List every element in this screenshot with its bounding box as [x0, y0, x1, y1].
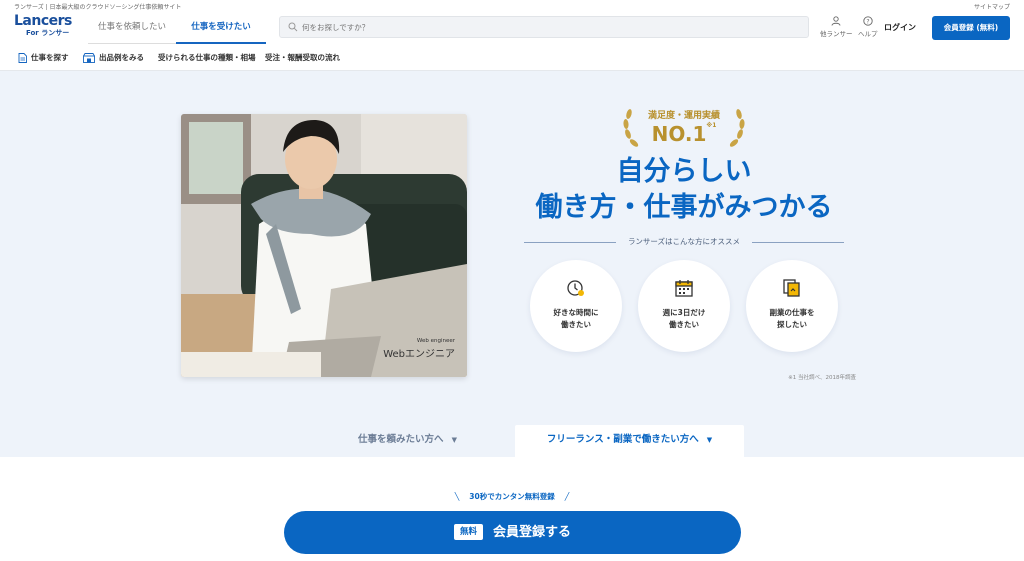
subnav-label: 仕事を探す [31, 53, 69, 62]
feature-label: 副業の仕事を 探したい [769, 308, 815, 329]
segment-freelance-label: フリーランス・副業で働きたい方へ [546, 434, 699, 445]
feature-side-job: 副業の仕事を 探したい [746, 260, 838, 352]
clock-icon [567, 280, 584, 296]
photo-caption: Webエンジニア [383, 349, 455, 360]
footnote: ※1 当社調べ、2018年調査 [788, 375, 856, 381]
feature-label: 週に3日だけ 働きたい [662, 308, 706, 329]
other-lancer-label: 他ランサー [820, 30, 853, 38]
segment-client[interactable]: 仕事を頼みたい方へ ▼ [300, 425, 515, 457]
promo-text: ╲ 30秒でカンタン無料登録 ╱ [440, 491, 584, 502]
chevron-down-icon: ▼ [706, 436, 713, 444]
headline-line-1: 自分らしい [616, 156, 752, 187]
search-box[interactable] [279, 16, 809, 38]
top-strip: ランサーズ | 日本最大級のクラウドソーシング仕事依頼サイト サイトマップ [0, 0, 1024, 11]
documents-icon [783, 279, 800, 297]
chevron-down-icon: ▼ [451, 436, 457, 444]
recommend-divider: ランサーズはこんな方にオススメ [524, 236, 844, 248]
award-number: NO.1※1 [620, 122, 748, 146]
feature-flexible-time: 好きな時間に 働きたい [530, 260, 622, 352]
help-link[interactable]: ? ヘルプ [858, 16, 878, 38]
svg-text:?: ? [866, 18, 869, 25]
tab-client[interactable]: 仕事を依頼したい [88, 16, 176, 44]
award-title: 満足度・運用実績 [647, 111, 720, 121]
slash-decoration: ╲ [454, 492, 460, 501]
header: Lancers For ランサー 仕事を依頼したい 仕事を受けたい 他ランサー … [0, 10, 1024, 44]
subnav-find-jobs[interactable]: 仕事を探す [18, 52, 69, 63]
calendar-icon [675, 280, 693, 297]
signup-cta-button[interactable]: 無料 会員登録する [284, 511, 741, 554]
person-icon [831, 16, 841, 26]
hero-headline: 自分らしい 働き方・仕事がみつかる [500, 154, 868, 226]
divider-line-right [752, 242, 844, 243]
award-number-text: NO.1 [651, 122, 707, 146]
help-label: ヘルプ [858, 30, 878, 38]
award-badge: 満足度・運用実績 NO.1※1 [620, 104, 748, 152]
subnav-label: 出品例をみる [99, 53, 144, 62]
login-link[interactable]: ログイン [884, 22, 916, 33]
feature-label: 好きな時間に 働きたい [553, 308, 599, 329]
search-icon [288, 22, 298, 32]
register-button[interactable]: 会員登録 (無料) [932, 16, 1010, 40]
cta-label: 会員登録する [493, 525, 572, 540]
shop-icon [83, 52, 95, 63]
photo-caption-sub: Web engineer [416, 338, 455, 344]
headline-line-2: 働き方・仕事がみつかる [535, 192, 833, 223]
sub-navigation: 仕事を探す 出品例をみる 受けられる仕事の種類・相場 受注・報酬受取の流れ [0, 44, 1024, 71]
segment-freelance[interactable]: フリーランス・副業で働きたい方へ ▼ [515, 425, 744, 457]
help-icon: ? [863, 16, 873, 26]
search-input[interactable] [302, 20, 792, 34]
logo[interactable]: Lancers For ランサー [14, 14, 84, 42]
document-icon [18, 52, 27, 63]
award-footnote-mark: ※1 [706, 122, 717, 129]
subnav-job-types[interactable]: 受けられる仕事の種類・相場 [158, 52, 256, 63]
segment-client-label: 仕事を頼みたい方へ [358, 434, 444, 445]
feature-three-days: 週に3日だけ 働きたい [638, 260, 730, 352]
subnav-flow[interactable]: 受注・報酬受取の流れ [265, 52, 340, 63]
promo-label: 30秒でカンタン無料登録 [469, 492, 555, 501]
subnav-examples[interactable]: 出品例をみる [83, 52, 144, 63]
free-badge: 無料 [453, 524, 483, 540]
other-lancer-link[interactable]: 他ランサー [820, 16, 853, 38]
logo-sub: For ランサー [26, 29, 70, 37]
logo-main: Lancers [14, 13, 72, 29]
hero-photo: Web engineer Webエンジニア [181, 114, 467, 377]
tab-worker[interactable]: 仕事を受けたい [176, 16, 266, 44]
slash-decoration: ╱ [564, 492, 570, 501]
